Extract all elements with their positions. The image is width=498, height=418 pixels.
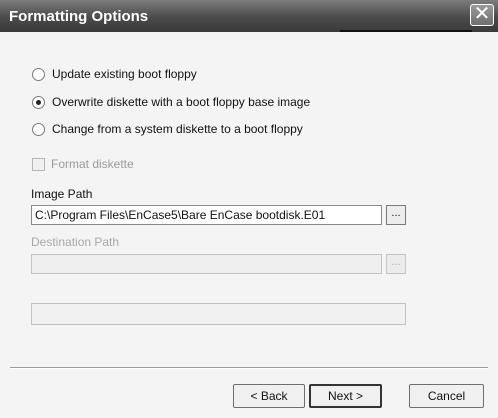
window-title: Formatting Options (9, 8, 149, 25)
title-bar: Formatting Options ✕ (0, 0, 498, 33)
radio-label: Overwrite diskette with a boot floppy ba… (52, 95, 311, 109)
radio-change-system-diskette[interactable]: Change from a system diskette to a boot … (32, 121, 303, 137)
next-button[interactable]: Next > (309, 384, 382, 408)
radio-label: Change from a system diskette to a boot … (52, 122, 303, 136)
radio-overwrite-diskette[interactable]: Overwrite diskette with a boot floppy ba… (32, 94, 310, 110)
destination-path-label: Destination Path (31, 235, 120, 249)
destination-path-input[interactable] (31, 254, 382, 274)
radio-update-existing[interactable]: Update existing boot floppy (32, 66, 197, 82)
checkbox-box[interactable] (32, 157, 45, 171)
cancel-button[interactable]: Cancel (409, 384, 484, 408)
separator-highlight (10, 368, 488, 369)
radio-button[interactable] (32, 122, 45, 136)
radio-button-selected[interactable] (32, 95, 45, 109)
progress-bar (31, 303, 406, 325)
radio-label: Update existing boot floppy (52, 67, 197, 81)
destination-path-browse-button[interactable]: ... (386, 254, 406, 274)
image-path-browse-button[interactable]: ... (386, 205, 406, 225)
checkbox-label: Format diskette (51, 157, 134, 171)
image-path-label: Image Path (31, 187, 93, 201)
radio-button[interactable] (32, 67, 45, 81)
back-button[interactable]: < Back (233, 384, 305, 408)
dialog-body: Update existing boot floppy Overwrite di… (0, 32, 498, 418)
format-diskette-checkbox[interactable]: Format diskette (32, 157, 134, 171)
close-icon[interactable]: ✕ (470, 4, 494, 26)
image-path-input[interactable]: C:\Program Files\EnCase5\Bare EnCase boo… (31, 205, 382, 225)
